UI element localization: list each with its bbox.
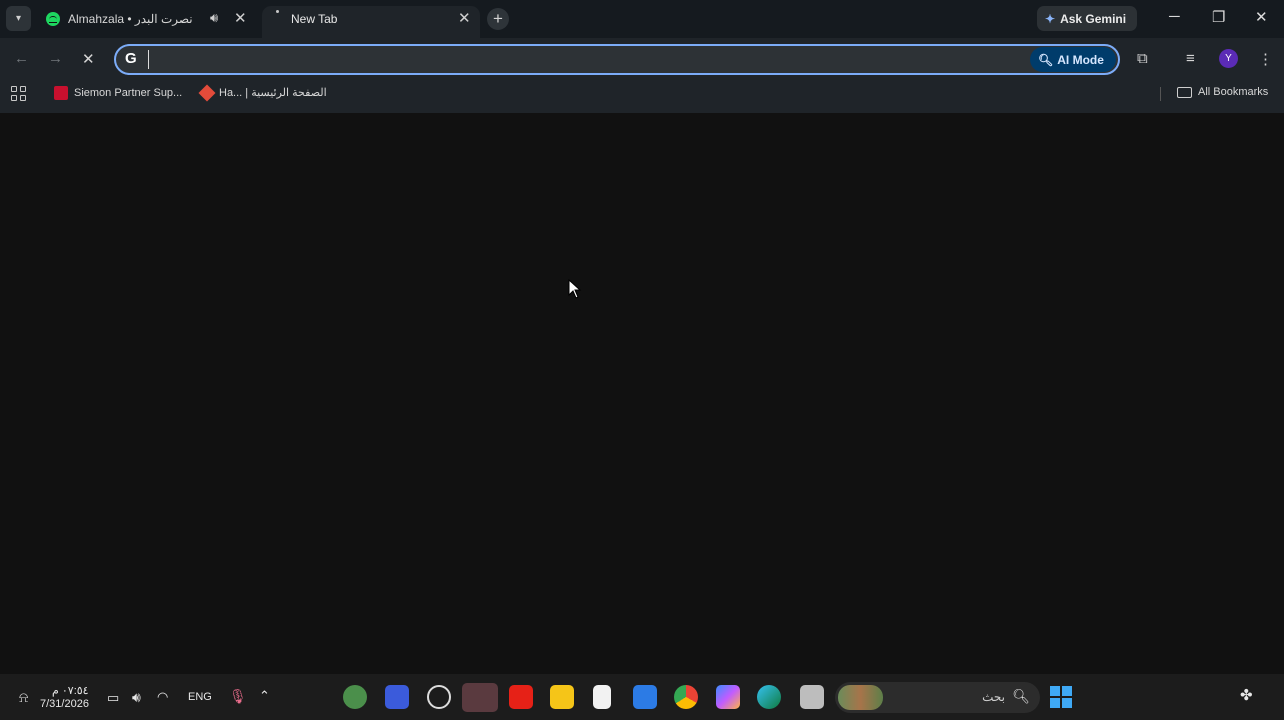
search-icon: 🔍︎	[1012, 688, 1030, 704]
gemini-spark-icon: ✦	[1045, 11, 1056, 26]
notepad-icon[interactable]	[593, 685, 611, 709]
volume-icon[interactable]: 🔊︎	[132, 689, 141, 706]
mouse-pointer-icon	[568, 279, 582, 299]
back-button[interactable]: ←	[14, 50, 29, 67]
search-sparkle-icon: 🔍︎	[1038, 52, 1054, 67]
clock-time[interactable]: ٠٧:٥٤ م	[52, 684, 89, 697]
close-tab-button[interactable]: ✕	[234, 9, 247, 27]
menu-icon[interactable]: ⋮	[1258, 50, 1273, 68]
file-explorer-icon[interactable]	[550, 685, 574, 709]
edge-icon[interactable]	[757, 685, 781, 709]
divider	[1160, 87, 1161, 101]
new-tab-button[interactable]: +	[487, 8, 509, 30]
bookmark-label: Ha... | الصفحة الرئيسية	[219, 87, 327, 99]
tab-search-button[interactable]: ▾	[6, 6, 31, 31]
chevron-up-icon[interactable]: ⌃	[259, 688, 270, 704]
app-icon-blue[interactable]	[385, 685, 409, 709]
spotify-icon	[46, 12, 60, 26]
page-content	[0, 113, 1284, 674]
ask-gemini-button[interactable]: ✦ Ask Gemini	[1037, 6, 1137, 31]
minimize-button[interactable]: ─	[1169, 8, 1180, 25]
taskbar-search[interactable]: بحث 🔍︎	[835, 682, 1040, 713]
folder-icon	[1177, 86, 1192, 98]
bookmark-siemon[interactable]: Siemon Partner Sup...	[54, 86, 182, 100]
tab-spotify[interactable]: Almahzala • نصرت البدر 🔊︎ ✕	[40, 6, 256, 38]
bookmark-home[interactable]: Ha... | الصفحة الرئيسية	[198, 84, 327, 101]
tab-strip: ▾ Almahzala • نصرت البدر 🔊︎ ✕ New Tab ✕ …	[0, 0, 1284, 38]
copilot-icon[interactable]	[716, 685, 740, 709]
taskbar: ⍾ ٠٧:٥٤ م 7/31/2026 ▭ 🔊︎ ◠ ENG 🎙︎ ⌃ بحث …	[0, 674, 1284, 720]
clock-date[interactable]: 7/31/2026	[40, 698, 89, 710]
apps-grid-icon[interactable]	[11, 86, 26, 101]
active-app-icon[interactable]	[462, 683, 498, 712]
all-bookmarks-button[interactable]: All Bookmarks	[1177, 86, 1268, 98]
search-highlight-image	[838, 685, 883, 710]
browser-chrome: ▾ Almahzala • نصرت البدر 🔊︎ ✕ New Tab ✕ …	[0, 0, 1284, 113]
tab-new-tab[interactable]: New Tab ✕	[262, 6, 480, 38]
close-tab-button[interactable]: ✕	[458, 9, 471, 27]
ai-mode-label: AI Mode	[1057, 52, 1104, 67]
extensions-icon[interactable]: ⧉	[1137, 50, 1148, 67]
microphone-icon[interactable]: 🎙︎	[229, 688, 247, 705]
battery-icon[interactable]: ▭	[107, 690, 119, 706]
notification-icon[interactable]: ⍾	[19, 689, 28, 706]
youtube-icon[interactable]	[509, 685, 533, 709]
bookmark-label: Siemon Partner Sup...	[74, 87, 183, 99]
stop-loading-button[interactable]: ✕	[82, 50, 95, 68]
bookmarks-bar: Siemon Partner Sup... Ha... | الصفحة الر…	[0, 80, 1284, 107]
siemon-icon	[54, 86, 68, 100]
site-icon	[198, 84, 216, 101]
chrome-icon[interactable]	[674, 685, 698, 709]
restore-button[interactable]: ❐	[1212, 8, 1225, 26]
close-window-button[interactable]: ✕	[1255, 8, 1268, 26]
tab-title: New Tab	[291, 12, 338, 26]
ai-mode-button[interactable]: 🔍︎ AI Mode	[1030, 47, 1116, 72]
all-bookmarks-label: All Bookmarks	[1198, 86, 1269, 98]
mail-icon[interactable]	[633, 685, 657, 709]
chevron-down-icon: ▾	[15, 13, 22, 24]
speaker-icon[interactable]: 🔊︎	[210, 10, 218, 26]
chrome-profile-app-icon[interactable]	[343, 685, 367, 709]
forward-button[interactable]: →	[48, 50, 63, 67]
search-label: بحث	[982, 690, 1005, 704]
loading-icon	[276, 10, 279, 13]
steam-icon[interactable]	[427, 685, 451, 709]
profile-avatar[interactable]: Y	[1219, 49, 1238, 68]
app-icon-gray[interactable]	[800, 685, 824, 709]
language-indicator[interactable]: ENG	[188, 691, 212, 703]
toolbar: ← → ✕ G 🔍︎ AI Mode ⧉ ≡ Y ⋮	[0, 38, 1284, 80]
windows-start-icon[interactable]	[1050, 686, 1072, 708]
wifi-icon[interactable]: ◠	[157, 689, 168, 705]
address-input[interactable]	[148, 50, 1018, 69]
google-icon: G	[125, 50, 137, 67]
tab-title: Almahzala • نصرت البدر	[68, 12, 193, 26]
ask-gemini-label: Ask Gemini	[1060, 11, 1127, 26]
widgets-icon[interactable]: ✤	[1240, 686, 1253, 704]
address-bar[interactable]: G 🔍︎ AI Mode	[114, 44, 1120, 75]
media-controls-icon[interactable]: ≡	[1186, 50, 1195, 67]
